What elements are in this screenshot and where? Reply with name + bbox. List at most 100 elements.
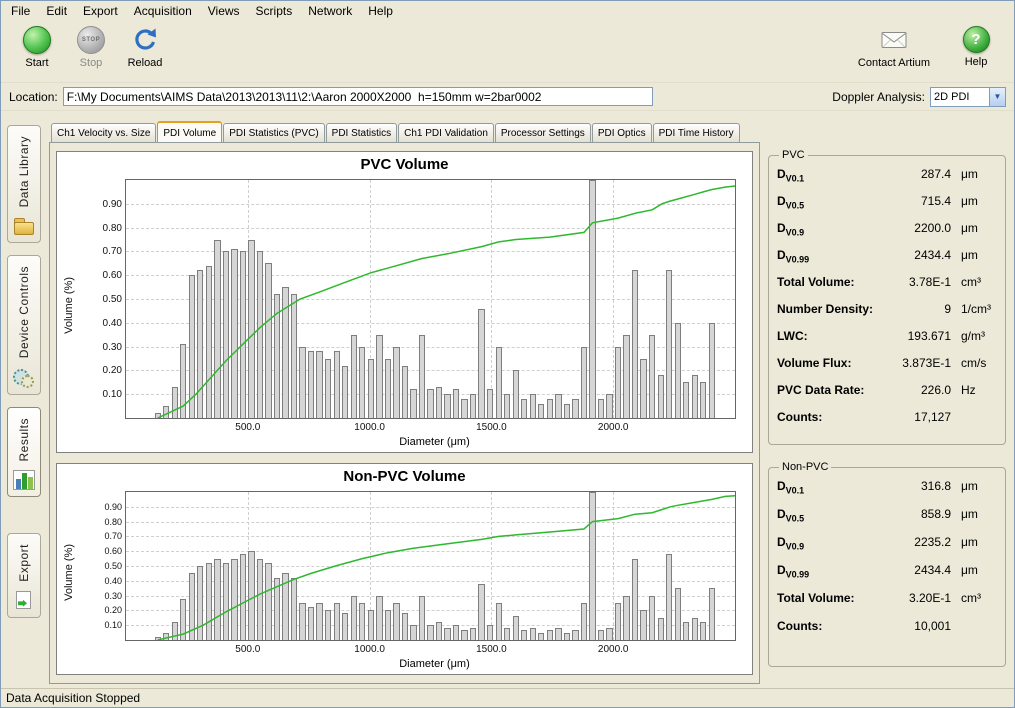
menu-item[interactable]: File	[3, 2, 38, 20]
stat-row: PVC Data Rate: 226.0 Hz	[777, 383, 997, 410]
stat-value: 2200.0	[889, 221, 951, 235]
x-tick-label: 2000.0	[583, 644, 643, 655]
stat-value: 3.20E-1	[889, 591, 951, 605]
tab[interactable]: Ch1 Velocity vs. Size	[51, 123, 156, 142]
x-tick-label: 2000.0	[583, 422, 643, 433]
sidebar-item[interactable]: Data Library	[7, 125, 41, 243]
stat-label: DV0.9	[777, 535, 889, 551]
menu-item[interactable]: Export	[75, 2, 126, 20]
tab[interactable]: PDI Volume	[157, 121, 222, 142]
menu-item[interactable]: Scripts	[248, 2, 301, 20]
sidebar-item[interactable]: Export	[7, 533, 41, 618]
tab[interactable]: PDI Statistics (PVC)	[223, 123, 324, 142]
plot-area: 0.100.200.300.400.500.600.700.800.90500.…	[125, 491, 736, 641]
stat-row: DV0.9 2235.2 μm	[777, 535, 997, 563]
stat-row: Counts: 10,001	[777, 619, 997, 647]
tab[interactable]: Processor Settings	[495, 123, 591, 142]
cumulative-volume-line	[126, 492, 735, 640]
x-tick-label: 500.0	[218, 422, 278, 433]
help-label: Help	[965, 56, 988, 68]
help-icon: ?	[963, 26, 990, 53]
stat-row: DV0.9 2200.0 μm	[777, 221, 997, 248]
help-button[interactable]: ? Help	[950, 26, 1002, 69]
pvc-groupbox: PVC DV0.1 287.4 μm DV0.5 715.4 μm	[768, 149, 1006, 445]
sidebar-item[interactable]: Device Controls	[7, 255, 41, 394]
export-icon	[13, 591, 35, 611]
tab[interactable]: Ch1 PDI Validation	[398, 123, 494, 142]
sidebar-item-label: Export	[17, 544, 31, 582]
menu-bar: File Edit Export Acquisition Views Scrip…	[1, 1, 1014, 21]
stat-label: DV0.9	[777, 221, 889, 237]
menu-item[interactable]: Acquisition	[126, 2, 200, 20]
stat-row: Volume Flux: 3.873E-1 cm/s	[777, 356, 997, 383]
stat-label: Counts:	[777, 619, 889, 635]
stop-icon: STOP	[77, 26, 105, 54]
menu-item[interactable]: Help	[360, 2, 401, 20]
stat-value: 10,001	[889, 619, 951, 633]
sidebar-item[interactable]: Results	[7, 407, 41, 498]
stat-row: Total Volume: 3.78E-1 cm³	[777, 275, 997, 302]
chart-icon	[13, 470, 35, 490]
stats-panel: PVC DV0.1 287.4 μm DV0.5 715.4 μm	[764, 111, 1014, 688]
stat-row: DV0.99 2434.4 μm	[777, 248, 997, 275]
location-bar: Location: Doppler Analysis: 2D PDI ▼	[1, 83, 1014, 111]
non-pvc-stats-list: DV0.1 316.8 μm DV0.5 858.9 μm DV0.9	[777, 479, 997, 647]
x-tick-label: 1500.0	[461, 644, 521, 655]
stat-label: DV0.99	[777, 248, 889, 264]
stop-button[interactable]: STOP Stop	[65, 26, 117, 69]
y-tick-label: 0.90	[80, 502, 122, 512]
chart-title: Non-PVC Volume	[61, 466, 748, 487]
x-axis-label: Diameter (μm)	[61, 658, 748, 674]
stat-label: Counts:	[777, 410, 889, 426]
contact-artium-button[interactable]: Contact Artium	[854, 26, 934, 69]
x-axis-label: Diameter (μm)	[61, 436, 748, 452]
menu-item[interactable]: Edit	[38, 2, 75, 20]
y-tick-label: 0.60	[80, 546, 122, 556]
stat-row: DV0.1 316.8 μm	[777, 479, 997, 507]
y-tick-label: 0.30	[80, 591, 122, 601]
stat-label: Volume Flux:	[777, 356, 889, 372]
doppler-analysis-select[interactable]: 2D PDI ▼	[930, 87, 1006, 107]
status-bar: Data Acquisition Stopped	[1, 688, 1014, 707]
toolbar: Start STOP Stop Reload Contact Artium	[1, 21, 1014, 83]
stat-unit: cm³	[951, 275, 997, 289]
reload-button[interactable]: Reload	[119, 26, 171, 69]
x-tick-label: 1000.0	[340, 422, 400, 433]
y-tick-label: 0.50	[80, 561, 122, 571]
stat-value: 2235.2	[889, 535, 951, 549]
tab[interactable]: PDI Optics	[592, 123, 652, 142]
y-tick-label: 0.80	[80, 223, 122, 234]
start-button[interactable]: Start	[11, 26, 63, 69]
y-tick-label: 0.40	[80, 318, 122, 329]
tab-page: PVC Volume Volume (%) 0.100.200.300.400.…	[49, 142, 760, 684]
pvc-stats-list: DV0.1 287.4 μm DV0.5 715.4 μm DV0.9	[777, 167, 997, 437]
tab[interactable]: PDI Time History	[653, 123, 740, 142]
stat-row: DV0.5 715.4 μm	[777, 194, 997, 221]
stat-unit: μm	[951, 194, 997, 208]
y-tick-label: 0.10	[80, 620, 122, 630]
chevron-down-icon[interactable]: ▼	[989, 88, 1005, 106]
stat-row: LWC: 193.671 g/m³	[777, 329, 997, 356]
stat-value: 858.9	[889, 507, 951, 521]
stat-label: DV0.5	[777, 507, 889, 523]
stat-row: DV0.99 2434.4 μm	[777, 563, 997, 591]
y-tick-label: 0.70	[80, 246, 122, 257]
stat-value: 3.873E-1	[889, 356, 951, 370]
toolbar-right-group: Contact Artium ? Help	[854, 26, 1004, 69]
stat-label: PVC Data Rate:	[777, 383, 889, 399]
stat-row: DV0.5 858.9 μm	[777, 507, 997, 535]
menu-item[interactable]: Views	[200, 2, 248, 20]
menu-item[interactable]: Network	[300, 2, 360, 20]
sidebar-item-label: Results	[17, 418, 31, 462]
location-input[interactable]	[63, 87, 653, 106]
stat-unit: μm	[951, 507, 997, 521]
x-tick-label: 500.0	[218, 644, 278, 655]
non-pvc-volume-chart: Non-PVC Volume Volume (%) 0.100.200.300.…	[56, 463, 753, 675]
y-tick-label: 0.10	[80, 389, 122, 400]
stat-label: LWC:	[777, 329, 889, 345]
x-tick-label: 1000.0	[340, 644, 400, 655]
reload-label: Reload	[128, 57, 163, 69]
plot-area: 0.100.200.300.400.500.600.700.800.90500.…	[125, 179, 736, 419]
y-tick-label: 0.20	[80, 605, 122, 615]
tab[interactable]: PDI Statistics	[326, 123, 397, 142]
